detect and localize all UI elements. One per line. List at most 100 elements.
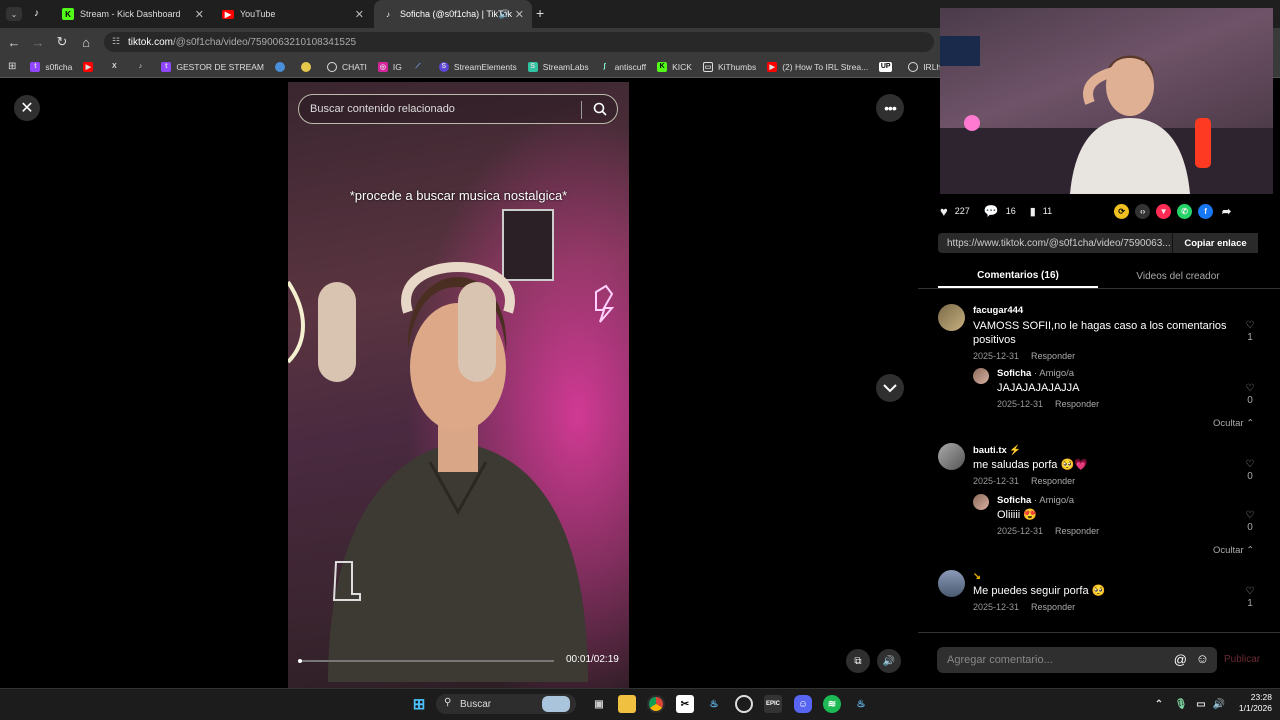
publish-button[interactable]: Publicar [1224, 654, 1260, 665]
file-explorer-icon[interactable] [618, 695, 636, 713]
comment-like[interactable]: ♡ 1 [1243, 586, 1257, 609]
volume-button[interactable]: 🔊 [877, 649, 901, 673]
close-icon[interactable]: ✕ [355, 8, 364, 21]
bookmark-streamelements[interactable]: S StreamElements [438, 61, 517, 72]
comment-username[interactable]: Soficha · Amigo/a [997, 495, 1227, 506]
hide-replies-button[interactable]: Ocultar ⌃ [1213, 545, 1254, 556]
spotify-icon[interactable]: ≋ [823, 695, 841, 713]
avatar[interactable] [973, 494, 989, 510]
comment-username[interactable]: bauti.tx ⚡ [973, 445, 1233, 456]
close-icon[interactable]: ✕ [515, 8, 524, 21]
related-search-input[interactable]: Buscar contenido relacionado [298, 94, 618, 124]
pip-button[interactable]: ⧉ [846, 649, 870, 673]
task-view-icon[interactable]: ▣ [590, 695, 608, 713]
bookmark-x[interactable]: X [109, 62, 124, 72]
repost-icon[interactable]: ⟳ [1114, 203, 1130, 219]
tab-comments[interactable]: Comentarios (16) [938, 264, 1098, 288]
comments-list[interactable]: facugar444 VAMOSS SOFII,no le hagas caso… [918, 290, 1280, 632]
send-icon[interactable]: ▼ [1156, 203, 1172, 219]
bookmark-s0ficha[interactable]: t s0ficha [30, 61, 72, 72]
bookmark-ig[interactable]: ◎ IG [377, 61, 402, 72]
chrome-icon[interactable] [647, 695, 665, 713]
video-progress-bar[interactable] [298, 659, 554, 663]
reply-username[interactable]: Soficha [997, 495, 1031, 506]
tab-list-dropdown[interactable]: ⌄ [6, 7, 22, 21]
share-arrow-icon[interactable]: ➦ [1219, 204, 1234, 219]
forward-button[interactable]: → [30, 34, 46, 50]
comment-like[interactable]: ♡ 0 [1243, 383, 1257, 406]
bookmark-yellow[interactable] [301, 61, 316, 72]
tab-youtube[interactable]: ▶ YouTube ✕ [214, 0, 372, 28]
tab-creator-videos[interactable]: Videos del creador [1098, 264, 1258, 288]
comment-like[interactable]: ♡ 1 [1243, 320, 1257, 343]
reply-username[interactable]: Soficha [997, 368, 1031, 379]
steam-icon[interactable]: ♨ [705, 695, 723, 713]
speaker-icon[interactable]: 🔊 [499, 9, 510, 20]
hide-replies-button[interactable]: Ocultar ⌃ [1213, 418, 1254, 429]
emoji-picker-icon[interactable]: ☺ [1196, 651, 1209, 666]
reply-button[interactable]: Responder [1031, 351, 1075, 361]
bookmark-antiscuff[interactable]: ∫ antiscuff [600, 62, 646, 72]
comment-input[interactable]: Agregar comentario... @ ☺ [937, 647, 1217, 673]
like-button[interactable]: ♥ 227 [940, 204, 970, 219]
comment-like[interactable]: ♡ 0 [1243, 510, 1257, 533]
comment-username-text[interactable]: bauti.tx [973, 445, 1007, 456]
tab-tiktok[interactable]: ♪ Soficha (@s0f1cha) | TikTok 🔊 ✕ [374, 0, 532, 28]
close-icon[interactable]: ✕ [195, 8, 204, 21]
url-bar[interactable]: ☷ tiktok.com/@s0f1cha/video/759006321010… [104, 32, 934, 52]
system-clock[interactable]: 23:28 1/1/2026 [1232, 692, 1272, 714]
bookmark-chart[interactable]: ⟋ [413, 62, 428, 72]
bookmark-kithumbs[interactable]: ▭ KiThumbs [702, 61, 756, 72]
bookmark-gestor[interactable]: t GESTOR DE STREAM [161, 61, 264, 72]
copy-link-button[interactable]: Copiar enlace [1172, 233, 1258, 253]
video-link-field[interactable]: https://www.tiktok.com/@s0f1cha/video/75… [938, 233, 1258, 253]
avatar[interactable] [938, 570, 965, 597]
comment-username[interactable]: ↘ [973, 571, 1233, 582]
bookmark-globe[interactable] [275, 61, 290, 72]
microphone-icon[interactable]: 🎙 [1172, 695, 1190, 713]
bookmark-howto[interactable]: ▶ (2) How To IRL Strea... [767, 61, 868, 72]
reply-button[interactable]: Responder [1031, 602, 1075, 612]
bookmark-streamlabs[interactable]: S StreamLabs [527, 61, 589, 72]
display-icon[interactable]: ▭ [1192, 695, 1210, 713]
capcut-icon[interactable]: ✂ [676, 695, 694, 713]
comment-username[interactable]: Soficha · Amigo/a [997, 368, 1227, 379]
start-icon[interactable]: ⊞ [410, 695, 428, 713]
new-tab-button[interactable]: + [536, 5, 544, 21]
avatar[interactable] [938, 443, 965, 470]
epic-games-icon[interactable]: EPIC [764, 695, 782, 713]
obs-icon[interactable] [735, 695, 753, 713]
reload-button[interactable]: ↻ [54, 34, 70, 50]
embed-icon[interactable]: ‹› [1135, 203, 1151, 219]
tab-kick-dashboard[interactable]: K Stream - Kick Dashboard ✕ [54, 0, 212, 28]
more-options-button[interactable]: ••• [876, 94, 904, 122]
bookmark-tiktok[interactable]: ♪ [135, 62, 150, 72]
bookmark-up[interactable]: UP [879, 61, 897, 72]
comment-like[interactable]: ♡ 0 [1243, 459, 1257, 482]
apps-icon[interactable]: ⊞ [8, 61, 16, 72]
back-button[interactable]: ← [6, 34, 22, 50]
video-player[interactable] [288, 82, 629, 688]
comment-username[interactable]: facugar444 [973, 305, 1233, 316]
bookmark-chati[interactable]: CHATI [327, 61, 367, 72]
taskbar-search[interactable]: ⚲ Buscar [436, 694, 576, 714]
close-video-button[interactable]: ✕ [14, 95, 40, 121]
next-video-button[interactable] [876, 374, 904, 402]
tray-chevron-up-icon[interactable]: ⌃ [1150, 695, 1168, 713]
bookmark-youtube[interactable]: ▶ [83, 61, 98, 72]
site-info-icon[interactable]: ☷ [112, 36, 120, 47]
speaker-icon[interactable]: 🔊 [1210, 695, 1228, 713]
reply-button[interactable]: Responder [1055, 526, 1099, 536]
avatar[interactable] [973, 368, 989, 384]
whatsapp-icon[interactable]: ✆ [1177, 203, 1193, 219]
search-icon[interactable] [593, 102, 607, 116]
save-button[interactable]: ▮ 11 [1030, 205, 1052, 218]
steam-icon-2[interactable]: ♨ [852, 695, 870, 713]
discord-icon[interactable]: ☺ [794, 695, 812, 713]
reply-button[interactable]: Responder [1031, 476, 1075, 486]
facebook-icon[interactable]: f [1198, 203, 1214, 219]
comment-button[interactable]: 💬 16 [984, 204, 1016, 218]
reply-button[interactable]: Responder [1055, 399, 1099, 409]
mention-icon[interactable]: @ [1174, 652, 1187, 667]
bookmark-kick[interactable]: K KICK [657, 61, 692, 72]
